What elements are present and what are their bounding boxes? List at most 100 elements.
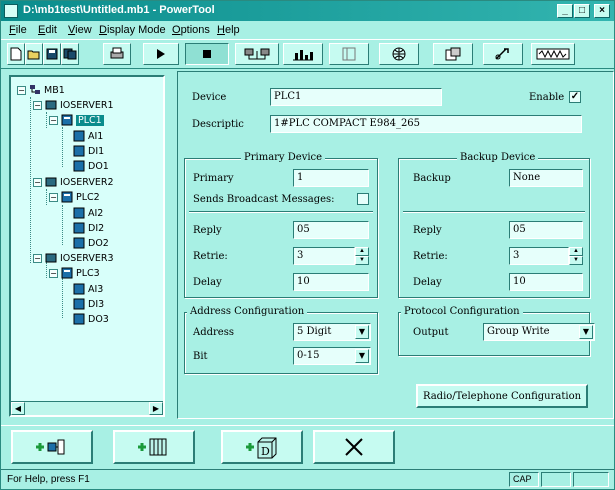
- app-icon[interactable]: [4, 4, 18, 18]
- bar-chart-icon[interactable]: [283, 43, 323, 65]
- collapse-icon[interactable]: −: [17, 85, 26, 95]
- spin-up-icon[interactable]: ▲: [569, 247, 583, 256]
- collapse-icon[interactable]: −: [33, 177, 42, 187]
- backup-label: Backup: [413, 173, 451, 184]
- tree-plc-1[interactable]: − PLC1: [49, 113, 104, 127]
- chevron-down-icon[interactable]: ▼: [579, 325, 593, 339]
- tree-server-3[interactable]: − IOSERVER3: [33, 251, 114, 265]
- reply-label: Reply: [193, 225, 222, 236]
- primary-device-title: Primary Device: [241, 152, 326, 163]
- backup-device-field[interactable]: None: [509, 169, 583, 187]
- signal-monitor-icon[interactable]: [531, 43, 575, 65]
- collapse-icon[interactable]: −: [49, 268, 58, 278]
- tree-point[interactable]: AI3: [73, 282, 103, 296]
- properties-icon[interactable]: [433, 43, 473, 65]
- tree-plc-3[interactable]: − PLC3: [49, 266, 100, 280]
- menu-bar: File Edit View Display Mode Options Help: [1, 21, 614, 39]
- tools-icon[interactable]: [483, 43, 523, 65]
- backup-retries-spinner[interactable]: ▲ ▼: [569, 247, 583, 265]
- tree-point[interactable]: AI2: [73, 206, 103, 220]
- enable-label: Enable: [529, 92, 565, 103]
- scroll-right-icon[interactable]: ▶: [149, 402, 163, 415]
- primary-retries-field[interactable]: 3: [293, 247, 355, 265]
- broadcast-checkbox[interactable]: [357, 193, 369, 205]
- spin-down-icon[interactable]: ▼: [569, 256, 583, 265]
- new-file-icon[interactable]: [7, 43, 25, 65]
- globe-icon[interactable]: [379, 43, 419, 65]
- delete-button[interactable]: [313, 430, 395, 464]
- primary-retries-spinner[interactable]: ▲ ▼: [355, 247, 369, 265]
- retries-label: Retrie:: [193, 251, 228, 262]
- tree-point[interactable]: DO1: [73, 159, 109, 173]
- tree-server-2[interactable]: − IOSERVER2: [33, 175, 114, 189]
- output-label: Output: [413, 327, 449, 338]
- add-device-button[interactable]: [113, 430, 195, 464]
- address-select[interactable]: 5 Digit ▼: [293, 323, 371, 341]
- menu-file[interactable]: File: [9, 24, 27, 36]
- tree-point[interactable]: DI1: [73, 144, 104, 158]
- device-name-field[interactable]: PLC1: [270, 88, 442, 106]
- tree-point-label: DI1: [88, 145, 105, 157]
- bit-select[interactable]: 0-15 ▼: [293, 347, 371, 365]
- tree-server-1[interactable]: − IOSERVER1: [33, 98, 114, 112]
- address-config-group: Address Configuration Address 5 Digit ▼ …: [184, 306, 378, 374]
- collapse-icon[interactable]: −: [49, 192, 58, 202]
- maximize-button[interactable]: □: [574, 4, 590, 18]
- chevron-down-icon[interactable]: ▼: [355, 349, 369, 363]
- print-icon[interactable]: [103, 43, 131, 65]
- collapse-icon[interactable]: −: [49, 115, 58, 125]
- save-icon[interactable]: [43, 43, 61, 65]
- collapse-icon[interactable]: −: [33, 253, 42, 263]
- tree-point[interactable]: DI3: [73, 297, 104, 311]
- description-field[interactable]: 1#PLC COMPACT E984_265: [270, 115, 582, 133]
- radio-telephone-config-button[interactable]: Radio/Telephone Configuration: [416, 384, 588, 408]
- backup-retries-field[interactable]: 3: [509, 247, 569, 265]
- run-icon[interactable]: [143, 43, 179, 65]
- backup-delay-field[interactable]: 10: [509, 273, 583, 291]
- menu-options[interactable]: Options: [172, 24, 210, 36]
- add-device-icon: [138, 438, 167, 456]
- tree-plc-label: PLC1: [76, 114, 104, 126]
- primary-label: Primary: [193, 173, 234, 184]
- scroll-left-icon[interactable]: ◀: [11, 402, 25, 415]
- menu-display-mode[interactable]: Display Mode: [99, 24, 166, 36]
- tree-point[interactable]: DO2: [73, 236, 109, 250]
- chevron-down-icon[interactable]: ▼: [355, 325, 369, 339]
- stop-icon[interactable]: [185, 43, 229, 65]
- tree-point-label: DO1: [88, 160, 109, 172]
- tree-point[interactable]: AI1: [73, 129, 103, 143]
- minimize-button[interactable]: _: [557, 4, 573, 18]
- server-icon: [45, 100, 57, 110]
- window-icon[interactable]: [329, 43, 369, 65]
- io-point-icon: [73, 222, 85, 234]
- spin-down-icon[interactable]: ▼: [355, 256, 369, 265]
- tree-root[interactable]: − MB1: [17, 83, 65, 97]
- enable-checkbox[interactable]: ✓: [569, 91, 581, 103]
- menu-edit[interactable]: Edit: [38, 24, 57, 36]
- close-button[interactable]: ×: [594, 4, 610, 18]
- collapse-icon[interactable]: −: [33, 100, 42, 110]
- status-bar: For Help, press F1 CAP: [1, 469, 614, 489]
- tree-point[interactable]: DI2: [73, 221, 104, 235]
- add-point-button[interactable]: D: [221, 430, 303, 464]
- save-all-icon[interactable]: [61, 43, 79, 65]
- tree-point-label: AI2: [88, 207, 104, 219]
- add-server-button[interactable]: [11, 430, 93, 464]
- open-folder-icon[interactable]: [25, 43, 43, 65]
- network-config-icon[interactable]: [235, 43, 279, 65]
- description-label: Descriptic: [192, 119, 244, 130]
- primary-address-field[interactable]: 1: [293, 169, 369, 187]
- backup-reply-field[interactable]: 05: [509, 221, 583, 239]
- tree-point[interactable]: DO3: [73, 312, 109, 326]
- device-tree[interactable]: − MB1 − IOSERVER1 − PLC1 AI1 DI1 DO1 − I…: [9, 75, 165, 417]
- output-select[interactable]: Group Write ▼: [483, 323, 595, 341]
- menu-view[interactable]: View: [68, 24, 92, 36]
- primary-delay-field[interactable]: 10: [293, 273, 369, 291]
- tree-plc-2[interactable]: − PLC2: [49, 190, 100, 204]
- tree-plc-label: PLC2: [76, 191, 100, 203]
- menu-help[interactable]: Help: [217, 24, 240, 36]
- primary-reply-field[interactable]: 05: [293, 221, 369, 239]
- plc-icon: [61, 267, 73, 279]
- spin-up-icon[interactable]: ▲: [355, 247, 369, 256]
- tree-horizontal-scrollbar[interactable]: ◀ ▶: [11, 401, 163, 415]
